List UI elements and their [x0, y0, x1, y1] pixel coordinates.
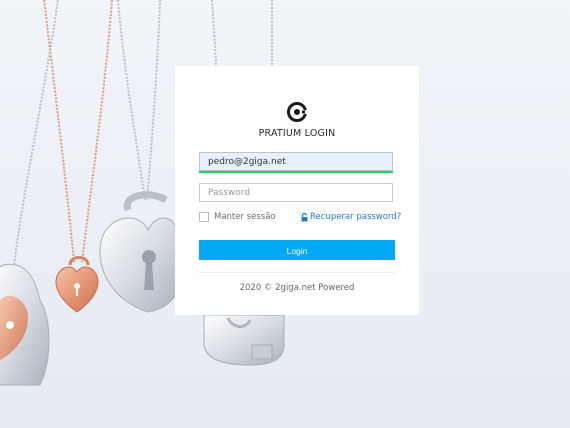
- password-field[interactable]: [199, 183, 393, 202]
- divider: [199, 272, 395, 273]
- remember-label: Manter sessão: [214, 212, 276, 222]
- unlock-icon: [301, 212, 308, 221]
- login-card: PRATIUM LOGIN Manter sessão Recuperar pa…: [175, 66, 419, 315]
- recover-password-link[interactable]: Recuperar password?: [301, 212, 401, 222]
- email-field[interactable]: [199, 152, 393, 171]
- footer-text: 2020 © 2giga.net Powered: [239, 283, 355, 293]
- page-title: PRATIUM LOGIN: [258, 128, 336, 139]
- remember-session[interactable]: Manter sessão: [199, 212, 276, 222]
- remember-checkbox[interactable]: [199, 212, 209, 222]
- pratium-logo-icon: [287, 102, 307, 122]
- recover-password-label: Recuperar password?: [310, 212, 402, 222]
- email-valid-indicator: [199, 171, 393, 173]
- login-button[interactable]: Login: [199, 240, 395, 260]
